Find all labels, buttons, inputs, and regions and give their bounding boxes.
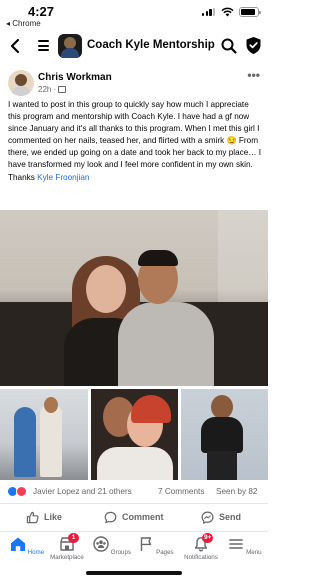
post-photo-grid [0,389,268,480]
back-arrow-icon[interactable] [8,38,22,54]
wifi-icon [221,7,234,17]
back-to-app-link[interactable]: ◂ Chrome [6,19,41,28]
group-header: Coach Kyle Mentorship [0,30,268,62]
post-time[interactable]: 22h [38,85,51,94]
post-more-button[interactable]: ••• [247,68,260,82]
tab-marketplace-label: Marketplace [50,554,84,561]
reaction-icons[interactable] [7,486,31,497]
messenger-icon [201,511,214,524]
menu-icon [229,539,244,549]
reaction-names[interactable]: Javier Lopez and 21 others [33,487,132,496]
tab-pages-label: Pages [156,549,174,556]
status-time: 4:27 [28,4,55,19]
notifications-badge: 9+ [202,533,214,543]
home-icon [10,537,25,551]
group-avatar[interactable] [58,34,82,58]
search-icon[interactable] [221,38,237,54]
seen-count[interactable]: Seen by 82 [216,487,257,496]
pages-icon [141,537,152,551]
reactions-summary: Javier Lopez and 21 others 7 Comments Se… [0,484,268,500]
comment-button[interactable]: Comment [104,509,164,525]
post-photo-2[interactable] [0,389,88,480]
comment-count[interactable]: 7 Comments [158,487,204,496]
groups-icon [93,536,109,552]
like-button[interactable]: Like [26,509,62,525]
tab-groups-label: Groups [110,549,132,556]
love-reaction-icon [16,486,27,497]
group-menu-icon[interactable] [38,40,49,51]
status-bar: 4:27 ◂ Chrome [0,0,268,30]
comment-label: Comment [122,512,164,522]
post-author[interactable]: Chris Workman [38,72,112,83]
comment-bubble-icon [104,511,117,523]
send-button[interactable]: Send [201,509,241,525]
home-indicator [86,571,182,575]
author-avatar[interactable] [8,70,34,96]
thumbs-up-icon [26,511,39,523]
post-text: I wanted to post in this group to quickl… [8,100,262,182]
tab-menu-label: Menu [246,549,262,556]
post-header: Chris Workman 22h · ••• [0,66,268,100]
post-photo-3[interactable] [91,389,178,480]
group-name[interactable]: Coach Kyle Mentorship [87,39,215,51]
send-label: Send [219,512,242,522]
tab-notifications-label: Notifications [184,554,218,561]
tab-menu[interactable]: Menu [218,536,272,556]
post-photo-main[interactable] [0,210,268,386]
marketplace-badge: 1 [68,533,79,543]
post-photo-4[interactable] [181,389,268,480]
post-action-bar: Like Comment Send [0,503,268,529]
post-body: I wanted to post in this group to quickl… [8,99,263,184]
cellular-signal-icon [202,8,216,16]
group-privacy-icon [58,86,67,93]
admin-shield-icon[interactable] [245,36,262,55]
like-label: Like [44,512,63,522]
post-meta: 22h · [38,85,67,94]
battery-icon [239,7,261,17]
tagged-user-link[interactable]: Kyle Froonjian [37,173,89,182]
